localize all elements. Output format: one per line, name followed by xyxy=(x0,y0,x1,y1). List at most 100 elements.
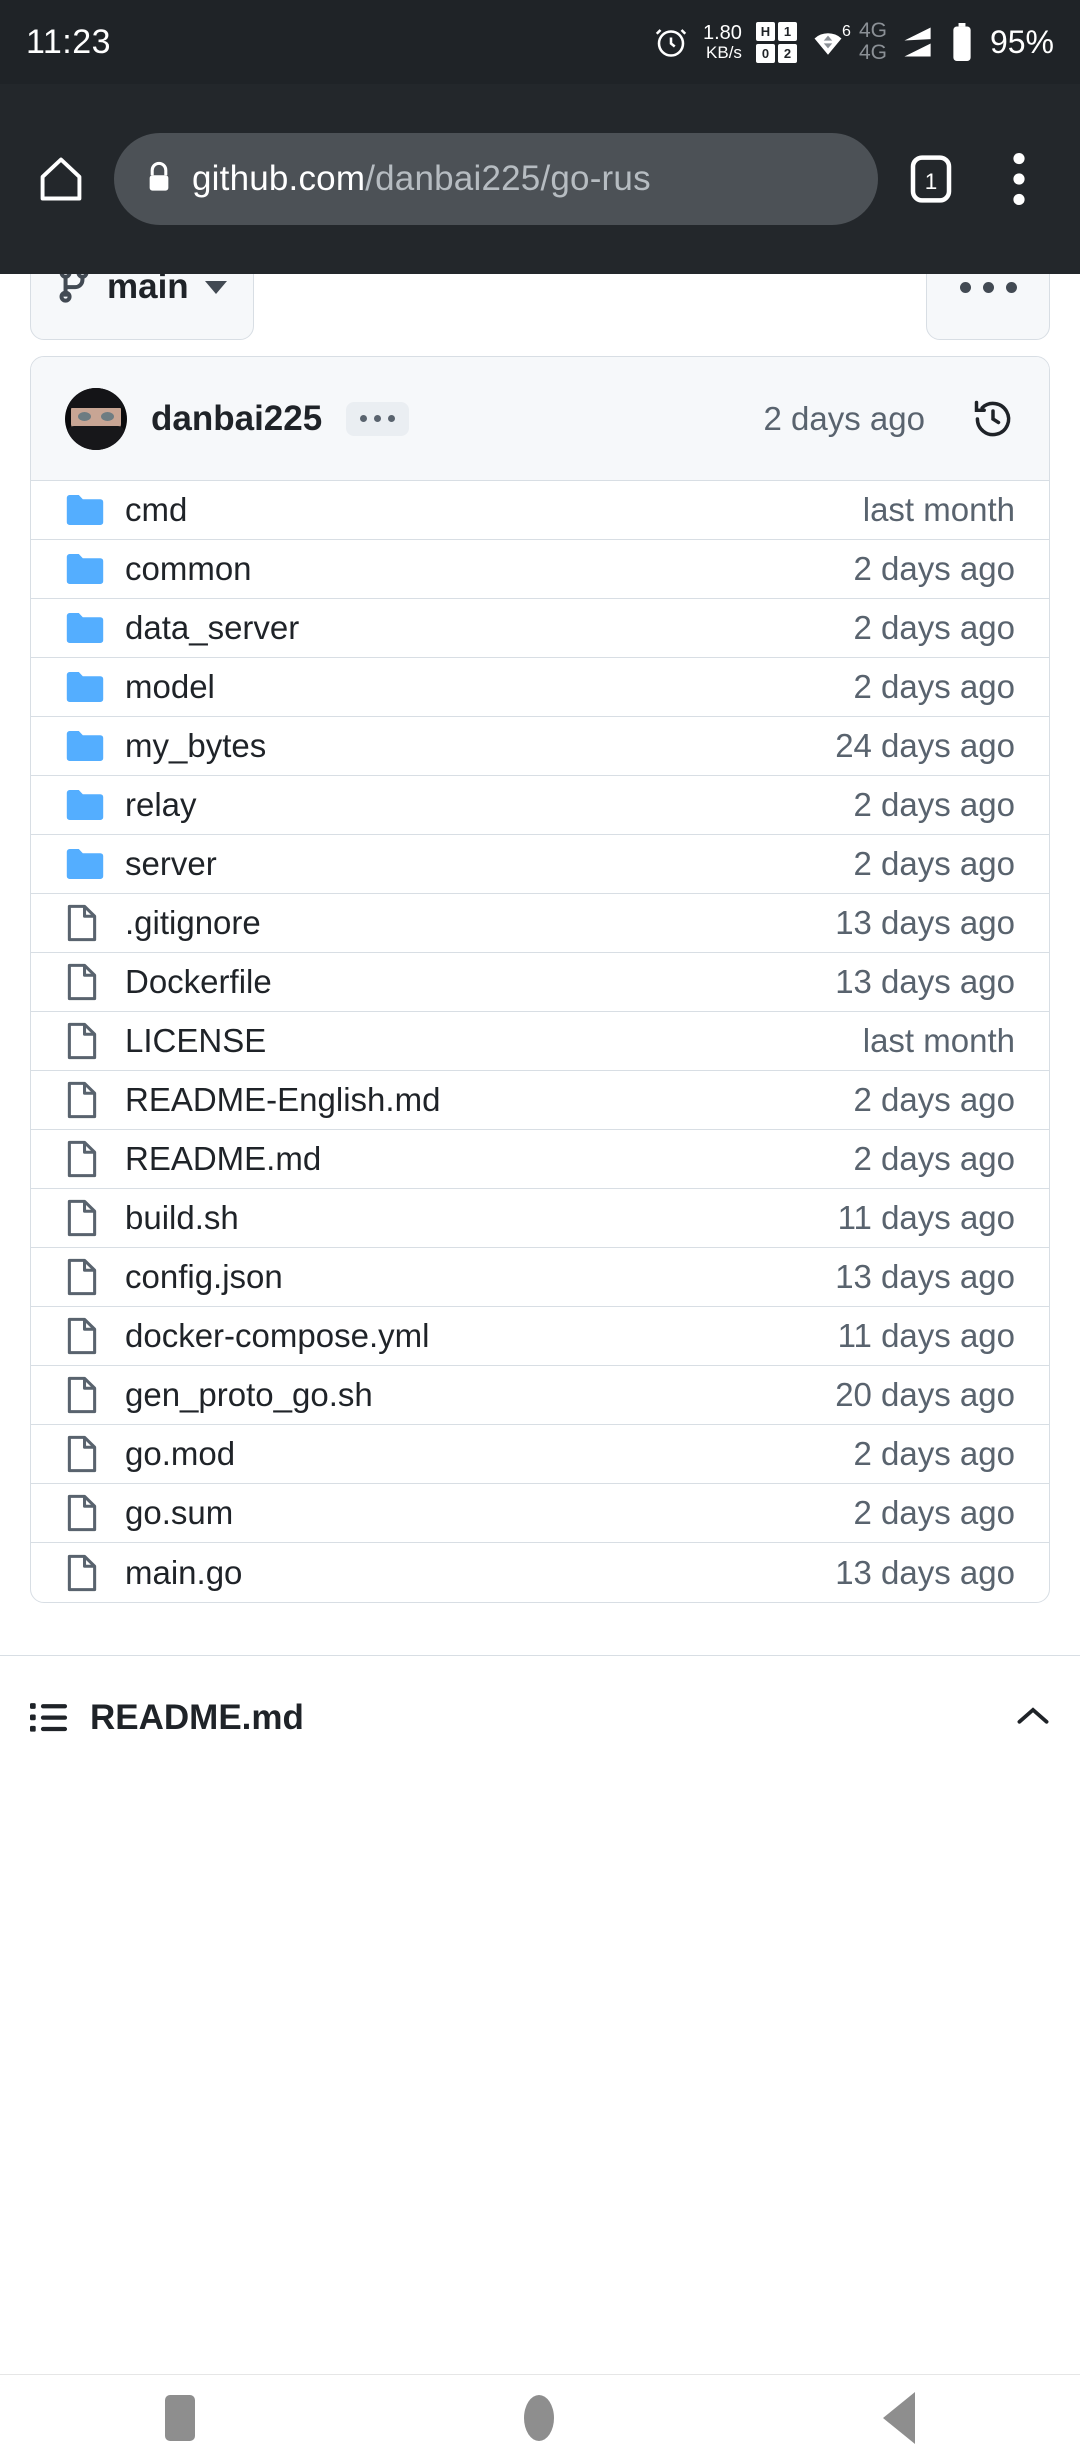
file-name-label[interactable]: cmd xyxy=(125,491,187,529)
battery-icon xyxy=(951,23,973,61)
file-commit-time: 2 days ago xyxy=(853,845,1015,882)
table-row[interactable]: relay 2 days ago xyxy=(31,776,1049,835)
table-row[interactable]: LICENSE last month xyxy=(31,1012,1049,1071)
file-name-label[interactable]: server xyxy=(125,845,217,883)
net-speed-unit: KB/s xyxy=(706,42,742,62)
file-icon xyxy=(65,1434,111,1474)
table-row[interactable]: gen_proto_go.sh 20 days ago xyxy=(31,1366,1049,1425)
folder-icon xyxy=(65,552,111,586)
file-name-label[interactable]: .gitignore xyxy=(125,904,261,942)
table-row[interactable]: data_server 2 days ago xyxy=(31,599,1049,658)
table-row[interactable]: common 2 days ago xyxy=(31,540,1049,599)
file-name-label[interactable]: data_server xyxy=(125,609,299,647)
table-row[interactable]: go.sum 2 days ago xyxy=(31,1484,1049,1543)
table-row[interactable]: build.sh 11 days ago xyxy=(31,1189,1049,1248)
lock-icon xyxy=(144,160,174,199)
repo-more-options-button[interactable] xyxy=(926,274,1050,340)
url-bar[interactable]: github.com/danbai225/go-rus xyxy=(114,133,878,225)
file-commit-time: 2 days ago xyxy=(853,609,1015,646)
signal-strength-icon xyxy=(901,26,937,58)
file-commit-time: last month xyxy=(862,1022,1015,1059)
table-row[interactable]: README-English.md 2 days ago xyxy=(31,1071,1049,1130)
chevron-down-icon xyxy=(204,280,227,294)
file-commit-time: 2 days ago xyxy=(853,1081,1015,1118)
commit-message-expand-button[interactable] xyxy=(346,401,410,436)
more-dot-1 xyxy=(959,281,971,293)
status-clock: 11:23 xyxy=(26,22,112,61)
file-commit-time: 13 days ago xyxy=(835,1553,1015,1591)
file-icon xyxy=(65,1493,111,1533)
url-text: github.com/danbai225/go-rus xyxy=(192,159,651,199)
git-branch-icon xyxy=(57,274,91,309)
latest-commit-row[interactable]: danbai225 2 days ago xyxy=(31,357,1049,481)
folder-icon xyxy=(65,788,111,822)
overflow-menu-icon[interactable] xyxy=(984,144,1054,214)
table-row[interactable]: docker-compose.yml 11 days ago xyxy=(31,1307,1049,1366)
file-commit-time: 11 days ago xyxy=(837,1199,1015,1236)
file-name-label[interactable]: go.sum xyxy=(125,1494,233,1532)
sim-label-2: 0 xyxy=(755,43,775,63)
table-row[interactable]: README.md 2 days ago xyxy=(31,1130,1049,1189)
file-name-label[interactable]: Dockerfile xyxy=(125,963,272,1001)
file-icon xyxy=(65,903,111,943)
wifi-icon: 6 xyxy=(811,23,851,59)
file-name-label[interactable]: go.mod xyxy=(125,1435,235,1473)
file-name-label[interactable]: main.go xyxy=(125,1554,242,1592)
network-speed-indicator: 1.80 KB/s xyxy=(703,23,742,61)
android-status-bar: 11:23 1.80 KB/s H 0 1 2 6 4G 4G 95% xyxy=(0,0,1080,84)
table-row[interactable]: go.mod 2 days ago xyxy=(31,1425,1049,1484)
sim-label-0: H xyxy=(755,21,775,41)
recents-button[interactable] xyxy=(164,2394,195,2441)
file-icon xyxy=(65,1080,111,1120)
file-commit-time: 2 days ago xyxy=(853,786,1015,823)
file-rows-container: cmd last month common 2 days ago data_server… xyxy=(31,481,1049,1602)
tab-counter-button[interactable]: 1 xyxy=(896,144,966,214)
file-commit-time: 20 days ago xyxy=(835,1376,1015,1413)
mobile-network-labels: 4G 4G xyxy=(858,19,887,64)
phone-screen: 11:23 1.80 KB/s H 0 1 2 6 4G 4G 95% gith… xyxy=(0,0,1080,2460)
file-icon xyxy=(65,1257,111,1297)
avatar xyxy=(65,387,127,450)
file-name-label[interactable]: common xyxy=(125,550,252,588)
branch-selector-button[interactable]: main xyxy=(30,274,254,340)
android-navigation-bar xyxy=(0,2374,1080,2460)
file-commit-time: 11 days ago xyxy=(837,1317,1015,1354)
table-row[interactable]: config.json 13 days ago xyxy=(31,1248,1049,1307)
sim-label-3: 2 xyxy=(777,43,797,63)
url-path: /danbai225/go-rus xyxy=(365,159,651,198)
table-row[interactable]: model 2 days ago xyxy=(31,658,1049,717)
home-icon[interactable] xyxy=(26,144,96,214)
file-name-label[interactable]: README-English.md xyxy=(125,1081,440,1119)
table-row[interactable]: server 2 days ago xyxy=(31,835,1049,894)
file-icon xyxy=(65,1021,111,1061)
chevron-up-icon[interactable] xyxy=(1016,1704,1050,1731)
network-label-2: 4G xyxy=(858,41,887,64)
table-row[interactable]: cmd last month xyxy=(31,481,1049,540)
file-name-label[interactable]: relay xyxy=(125,786,197,824)
history-icon[interactable] xyxy=(971,397,1015,441)
file-commit-time: 2 days ago xyxy=(853,1140,1015,1177)
file-name-label[interactable]: LICENSE xyxy=(125,1022,266,1060)
section-divider xyxy=(0,1655,1080,1656)
readme-section-header[interactable]: README.md xyxy=(0,1696,1080,1739)
battery-percent-label: 95% xyxy=(989,23,1054,60)
file-name-label[interactable]: docker-compose.yml xyxy=(125,1317,429,1355)
svg-text:1: 1 xyxy=(925,169,938,194)
net-speed-value: 1.80 xyxy=(703,22,742,45)
file-name-label[interactable]: README.md xyxy=(125,1140,321,1178)
file-name-label[interactable]: build.sh xyxy=(125,1199,239,1237)
table-row[interactable]: Dockerfile 13 days ago xyxy=(31,953,1049,1012)
table-row[interactable]: .gitignore 13 days ago xyxy=(31,894,1049,953)
file-name-label[interactable]: my_bytes xyxy=(125,727,266,765)
commit-author-name[interactable]: danbai225 xyxy=(151,399,322,439)
home-button[interactable] xyxy=(523,2394,554,2441)
file-commit-time: 2 days ago xyxy=(853,668,1015,705)
file-commit-time: 24 days ago xyxy=(835,727,1015,764)
back-button[interactable] xyxy=(883,2391,916,2444)
file-name-label[interactable]: model xyxy=(125,668,215,706)
table-row[interactable]: my_bytes 24 days ago xyxy=(31,717,1049,776)
file-name-label[interactable]: gen_proto_go.sh xyxy=(125,1376,373,1414)
file-name-label[interactable]: config.json xyxy=(125,1258,283,1296)
folder-icon xyxy=(65,847,111,881)
table-row[interactable]: main.go 13 days ago xyxy=(31,1543,1049,1602)
